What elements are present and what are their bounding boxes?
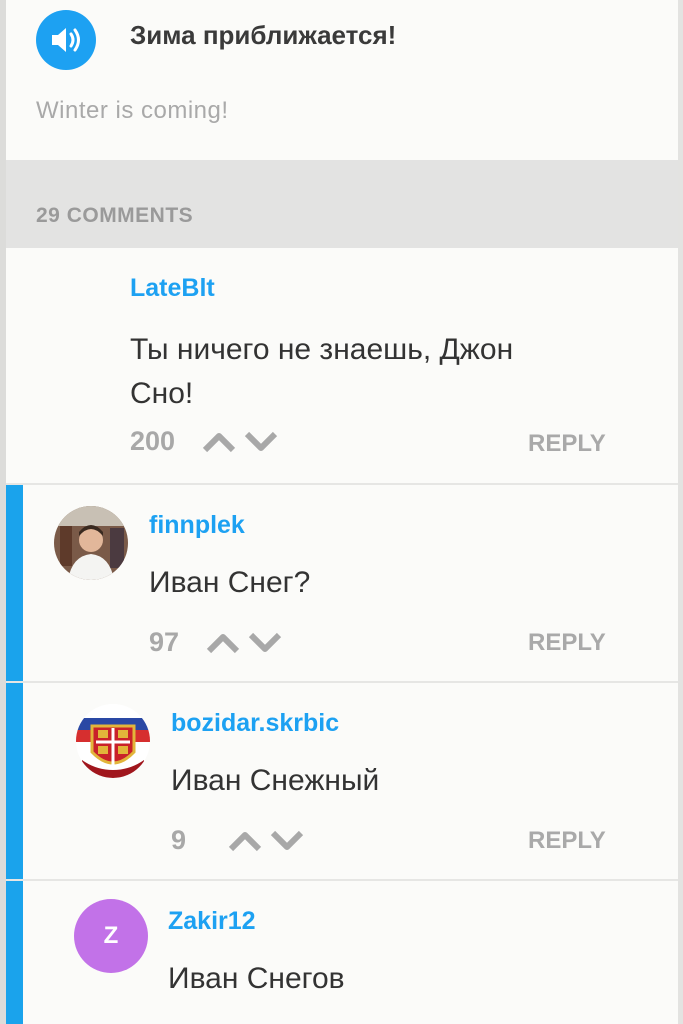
- letter-avatar[interactable]: Z: [74, 899, 148, 973]
- reply-button[interactable]: REPLY: [528, 430, 606, 458]
- photo-avatar[interactable]: [54, 506, 128, 580]
- vote-controls: 200: [130, 426, 279, 457]
- downvote-icon[interactable]: [269, 829, 305, 853]
- comment-username[interactable]: LateBlt: [130, 274, 215, 303]
- comment-text: Ты ничего не знаешь, Джон Сно!: [130, 333, 514, 410]
- vote-controls: 9: [171, 825, 305, 856]
- vote-controls: 97: [149, 627, 283, 658]
- coat-of-arms-avatar[interactable]: [76, 704, 150, 778]
- comment: bozidar.skrbic Иван Снежный 9 REPLY: [6, 683, 678, 881]
- vote-count: 200: [130, 426, 176, 456]
- comments-header: 29 COMMENTS: [6, 160, 678, 248]
- upvote-icon[interactable]: [227, 829, 263, 853]
- comment: finnplek Иван Снег? 97 REPLY: [6, 485, 678, 683]
- comment: LateBlt Ты ничего не знаешь, Джон Сно! 2…: [6, 248, 678, 485]
- downvote-icon[interactable]: [247, 631, 283, 655]
- comment-text: Иван Снегов: [168, 962, 345, 995]
- thread-indicator: [6, 683, 23, 881]
- play-audio-button[interactable]: [36, 10, 96, 70]
- reply-button[interactable]: REPLY: [528, 827, 606, 855]
- comment-username[interactable]: bozidar.skrbic: [171, 709, 339, 738]
- upvote-icon[interactable]: [205, 631, 241, 655]
- reply-button[interactable]: REPLY: [528, 629, 606, 657]
- phrase-title: Зима приближается!: [130, 20, 397, 50]
- vote-count: 97: [149, 627, 180, 657]
- vote-count: 9: [171, 825, 187, 855]
- comment-text: Иван Снежный: [171, 764, 380, 797]
- thread-indicator: [6, 881, 23, 1024]
- comment-text: Иван Снег?: [149, 566, 311, 599]
- comment: Z Zakir12 Иван Снегов: [6, 881, 678, 1024]
- downvote-icon[interactable]: [243, 430, 279, 454]
- comment-username[interactable]: finnplek: [149, 511, 245, 540]
- screen-frame-right: [678, 0, 683, 1024]
- comments-count: 29 COMMENTS: [36, 204, 194, 227]
- speaker-icon: [52, 28, 80, 52]
- upvote-icon[interactable]: [201, 430, 237, 454]
- phrase-translation: Winter is coming!: [36, 97, 229, 124]
- thread-indicator: [6, 485, 23, 683]
- comment-username[interactable]: Zakir12: [168, 907, 256, 936]
- avatar-letter: Z: [103, 922, 119, 949]
